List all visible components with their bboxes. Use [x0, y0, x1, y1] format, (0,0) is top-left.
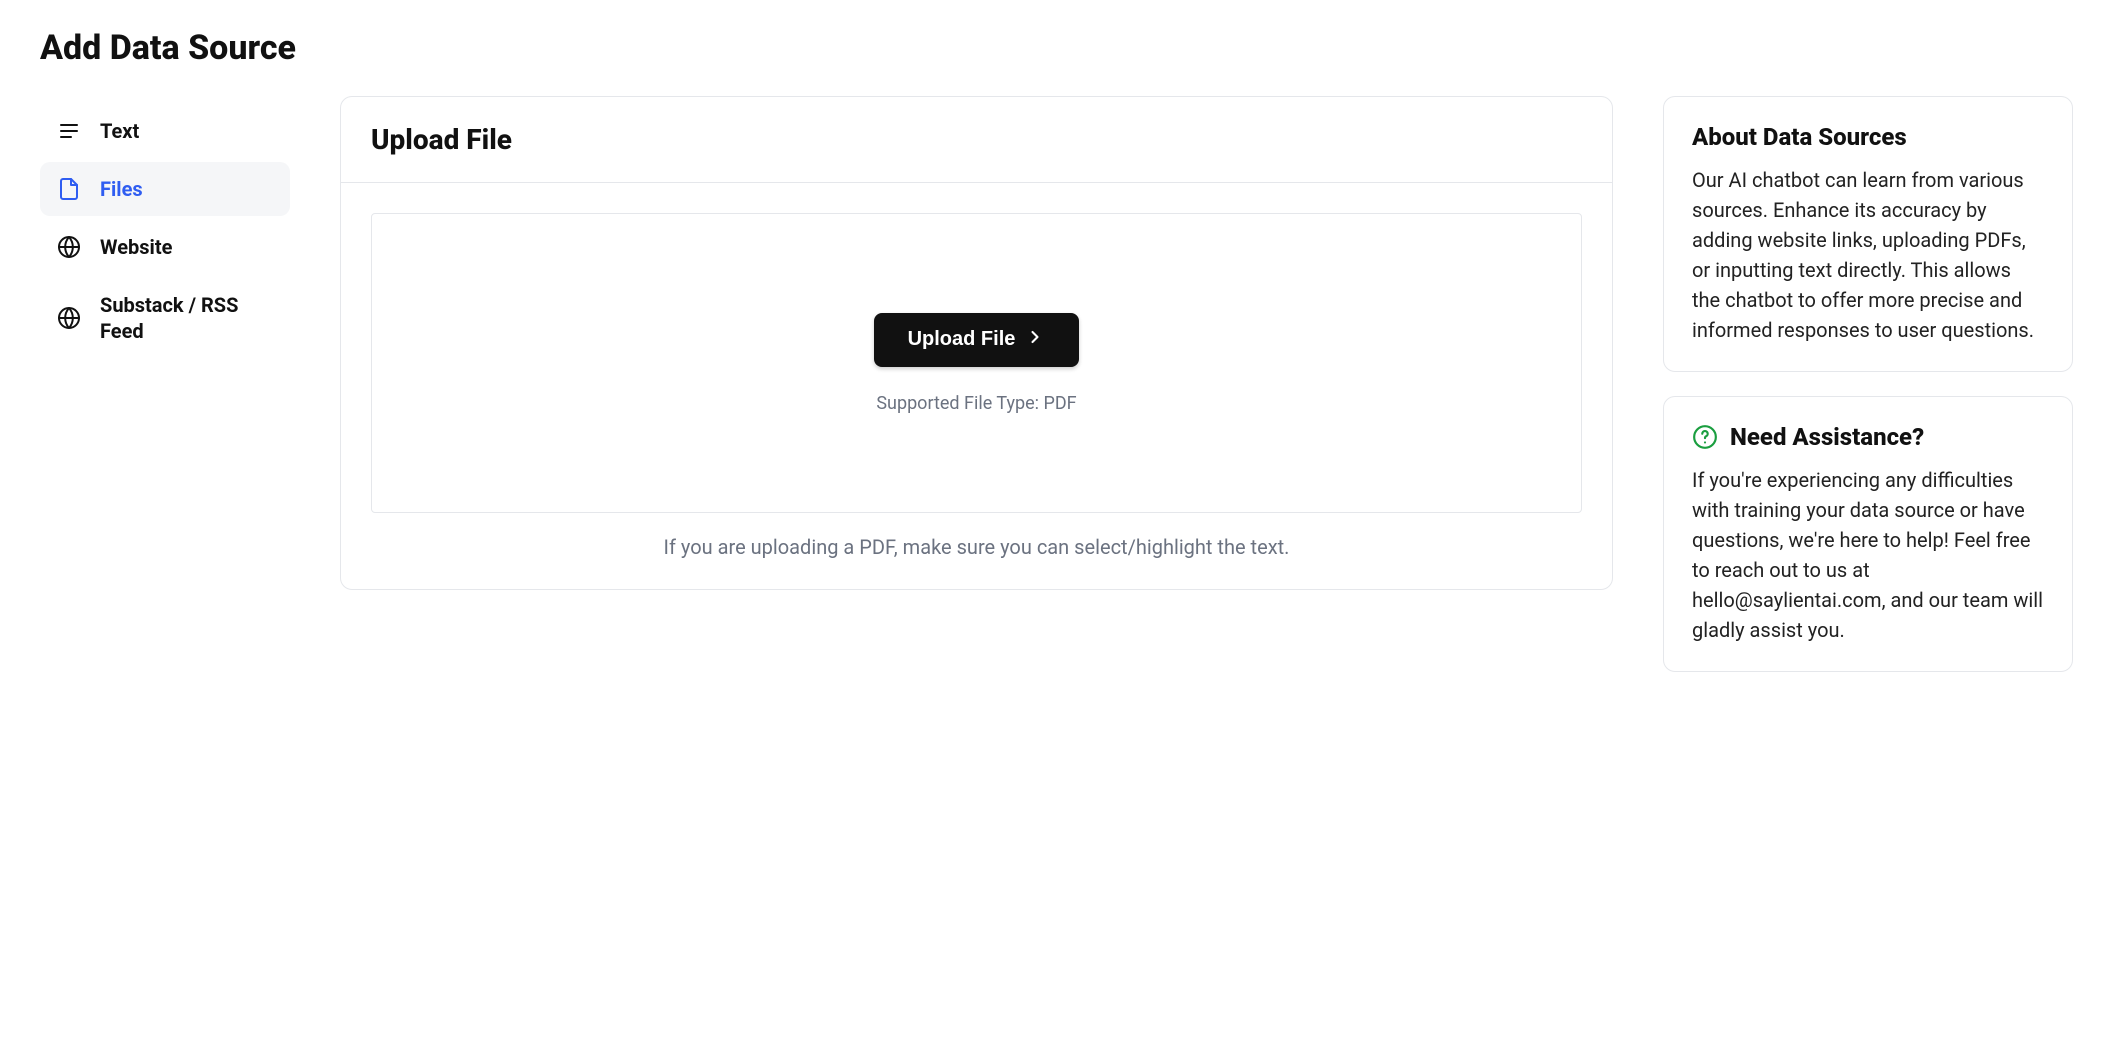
globe-icon: [56, 234, 82, 260]
sidebar-item-website[interactable]: Website: [40, 220, 290, 274]
help-circle-icon: [1692, 424, 1718, 450]
upload-card: Upload File Upload File Supported File T…: [340, 96, 1613, 590]
upload-button-label: Upload File: [908, 328, 1016, 351]
page-title: Add Data Source: [40, 28, 2073, 68]
upload-file-button[interactable]: Upload File: [874, 313, 1080, 367]
info-column: About Data Sources Our AI chatbot can le…: [1663, 96, 2073, 696]
assistance-body: If you're experiencing any difficulties …: [1692, 465, 2044, 645]
sidebar-item-label: Website: [100, 234, 274, 260]
about-body: Our AI chatbot can learn from various so…: [1692, 165, 2044, 345]
sidebar-item-label: Substack / RSS Feed: [100, 292, 274, 344]
text-icon: [56, 118, 82, 144]
sidebar-item-text[interactable]: Text: [40, 104, 290, 158]
globe-icon: [56, 305, 82, 331]
about-data-sources-card: About Data Sources Our AI chatbot can le…: [1663, 96, 2073, 372]
sidebar-item-files[interactable]: Files: [40, 162, 290, 216]
file-icon: [56, 176, 82, 202]
sidebar-item-label: Text: [100, 118, 274, 144]
card-heading: Upload File: [371, 123, 1582, 156]
sidebar: Text Files Website Substack / RSS Feed: [40, 96, 290, 362]
file-dropzone[interactable]: Upload File Supported File Type: PDF: [371, 213, 1582, 513]
need-assistance-card: Need Assistance? If you're experiencing …: [1663, 396, 2073, 672]
upload-hint: If you are uploading a PDF, make sure yo…: [371, 535, 1582, 559]
sidebar-item-rss[interactable]: Substack / RSS Feed: [40, 278, 290, 358]
chevron-right-icon: [1025, 327, 1045, 353]
sidebar-item-label: Files: [100, 176, 274, 202]
about-title: About Data Sources: [1692, 123, 2044, 151]
supported-file-type: Supported File Type: PDF: [876, 393, 1076, 414]
assistance-title: Need Assistance?: [1730, 423, 1924, 451]
